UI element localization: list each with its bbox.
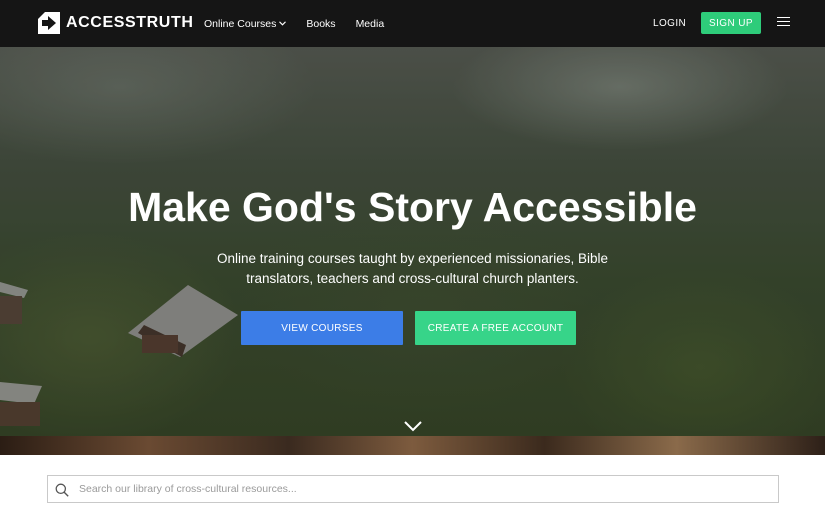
- top-navbar: ACCESSTRUTH Online Courses Books Media L…: [0, 0, 825, 47]
- hero-overlay: [0, 47, 825, 436]
- nav-media[interactable]: Media: [356, 18, 385, 30]
- chevron-down-icon: [279, 21, 287, 26]
- brand-logo[interactable]: ACCESSTRUTH: [38, 12, 194, 34]
- hero-subtitle: Online training courses taught by experi…: [217, 251, 608, 286]
- chevron-down-icon[interactable]: [403, 420, 423, 432]
- create-account-button[interactable]: CREATE A FREE ACCOUNT: [415, 311, 576, 345]
- brand-name: ACCESSTRUTH: [66, 14, 194, 31]
- resource-search-bar: [47, 475, 779, 503]
- nav-online-courses-label: Online Courses: [204, 17, 277, 30]
- hero-section: Make God's Story Accessible Online train…: [0, 47, 825, 436]
- accesstruth-logo-icon: [38, 12, 60, 34]
- nav-books-label: Books: [306, 17, 336, 30]
- signup-button[interactable]: SIGN UP: [701, 12, 761, 34]
- search-icon: [55, 483, 69, 497]
- hamburger-menu-icon[interactable]: [777, 17, 790, 29]
- image-strip: [0, 436, 825, 455]
- nav-online-courses[interactable]: Online Courses: [204, 17, 287, 30]
- hero-title: Make God's Story Accessible: [128, 184, 697, 230]
- nav-media-label: Media: [355, 17, 385, 30]
- main-nav: Online Courses Books Media: [204, 0, 404, 47]
- search-input[interactable]: [79, 476, 769, 502]
- login-link[interactable]: LOGIN: [653, 0, 686, 47]
- nav-books[interactable]: Books: [306, 18, 335, 30]
- view-courses-button[interactable]: VIEW COURSES: [241, 311, 403, 345]
